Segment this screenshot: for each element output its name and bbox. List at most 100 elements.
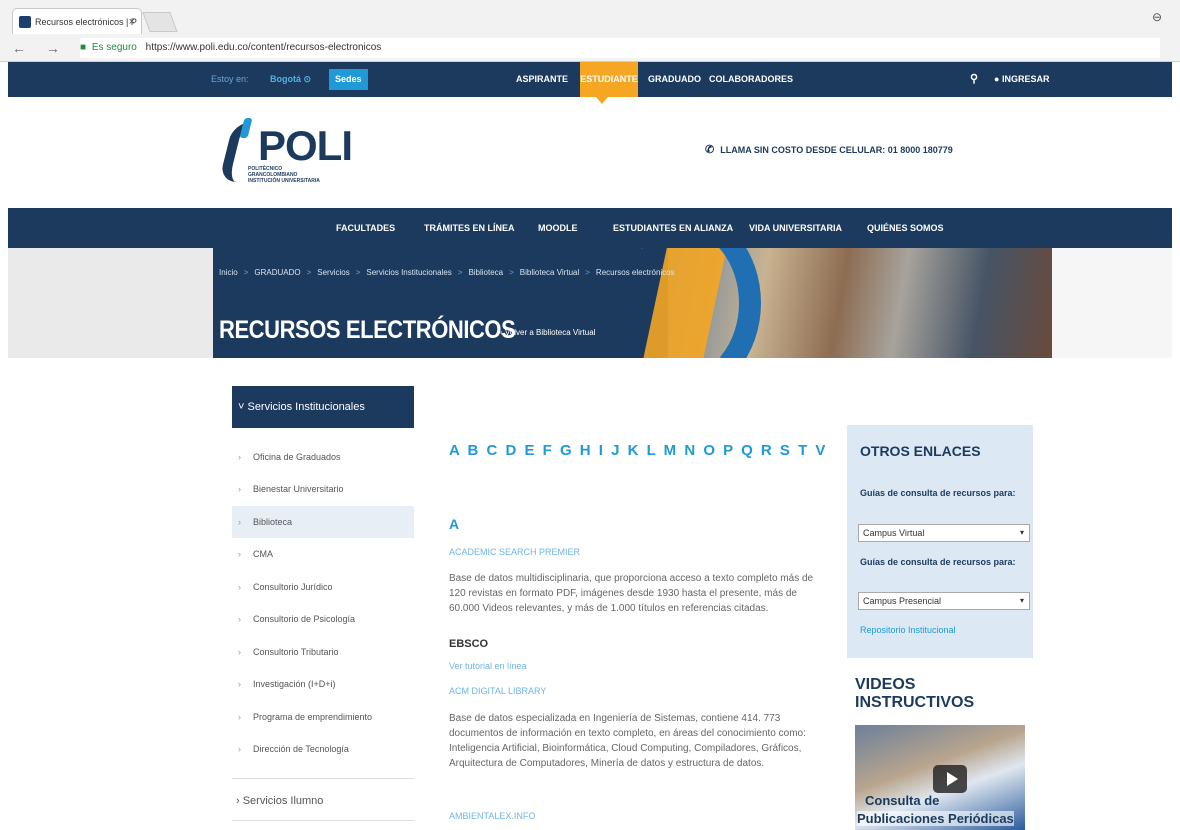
tab-aspirante[interactable]: ASPIRANTE xyxy=(516,62,568,97)
breadcrumb-inicio[interactable]: Inicio xyxy=(219,268,238,277)
sidebar-item-label: Bienestar Universitario xyxy=(253,484,344,494)
sidebar-item-servicios-ilumno[interactable]: › Servicios Ilumno xyxy=(232,788,414,814)
sidebar-item-label: Consultorio de Psicología xyxy=(253,614,356,624)
nav-quienes-somos[interactable]: QUIÉNES SOMOS xyxy=(867,208,944,248)
breadcrumb-separator: > xyxy=(585,268,590,277)
sidebar-item-consultorio-tributario[interactable]: › Consultorio Tributario xyxy=(232,636,414,668)
chevron-right-icon: › xyxy=(238,744,241,754)
chevron-right-icon: › xyxy=(238,517,241,527)
resource-link-academic-search[interactable]: ACADEMIC SEARCH PREMIER xyxy=(449,547,580,557)
sedes-button[interactable]: Sedes xyxy=(329,69,368,90)
video-caption: Consulta de xyxy=(865,793,940,808)
breadcrumb: Inicio > GRADUADO > Servicios > Servicios Inst… xyxy=(219,268,675,277)
search-icon[interactable]: ⚲ xyxy=(970,62,978,97)
banner-side-right xyxy=(1052,248,1172,358)
breadcrumb-biblioteca-virtual[interactable]: Biblioteca Virtual xyxy=(520,268,579,277)
sidebar-divider xyxy=(232,778,414,779)
campus-presencial-select[interactable]: Campus Presencial ▾ xyxy=(858,592,1030,610)
video-thumbnail[interactable]: Consulta de Publicaciones Periódicas xyxy=(855,725,1025,830)
sidebar-item-label: CMA xyxy=(253,549,273,559)
sidebar-item-tecnologia[interactable]: › Dirección de Tecnología xyxy=(232,733,414,765)
city-selector[interactable]: Bogotá ⊙ xyxy=(270,62,311,97)
sidebar-item-label: Investigación (I+D+i) xyxy=(253,679,336,689)
sidebar-header[interactable]: ˅ Servicios Institucionales xyxy=(232,386,414,428)
chevron-right-icon: › xyxy=(238,549,241,559)
nav-moodle[interactable]: MOODLE xyxy=(538,208,578,248)
sidebar-item-emprendimiento[interactable]: › Programa de emprendimiento xyxy=(232,701,414,733)
sidebar-item-consultorio-juridico[interactable]: › Consultorio Jurídico xyxy=(232,571,414,603)
breadcrumb-servicios[interactable]: Servicios xyxy=(317,268,349,277)
dropdown-arrow-icon: ▾ xyxy=(1019,596,1024,605)
breadcrumb-separator: > xyxy=(355,268,361,277)
nav-tramites[interactable]: TRÁMITES EN LÍNEA xyxy=(424,208,515,248)
tab-colaboradores[interactable]: COLABORADORES xyxy=(709,62,793,97)
breadcrumb-graduado[interactable]: GRADUADO xyxy=(254,268,300,277)
location-label: Estoy en: xyxy=(211,74,249,84)
chevron-right-icon: › xyxy=(238,712,241,722)
address-url[interactable]: https://www.poli.edu.co/content/recursos… xyxy=(146,42,382,53)
main-nav: FACULTADES TRÁMITES EN LÍNEA MOODLE ESTU… xyxy=(8,208,1172,248)
campus-virtual-select[interactable]: Campus Virtual ▾ xyxy=(858,524,1030,542)
chevron-right-icon: › xyxy=(238,647,241,657)
close-tab-icon[interactable]: × xyxy=(129,9,135,34)
resource-link-acm[interactable]: ACM DIGITAL LIBRARY xyxy=(449,686,546,696)
lock-icon: ■ xyxy=(80,42,87,53)
sidebar-item-consultorio-psicologia[interactable]: › Consultorio de Psicología xyxy=(232,603,414,635)
tutorial-link[interactable]: Ver tutorial en línea xyxy=(449,661,527,671)
back-to-biblioteca-link[interactable]: ‹ Volver a Biblioteca Virtual xyxy=(500,328,595,337)
sidebar-item-oficina-graduados[interactable]: › Oficina de Graduados xyxy=(232,441,414,473)
top-bar: Estoy en: Bogotá ⊙ Sedes ASPIRANTE ESTUD… xyxy=(8,62,1172,97)
favicon-icon xyxy=(19,16,31,28)
active-tab-caret xyxy=(596,97,608,104)
nav-estudiantes-alianza[interactable]: ESTUDIANTES EN ALIANZA xyxy=(613,208,733,248)
breadcrumb-servicios-institucionales[interactable]: Servicios Institucionales xyxy=(366,268,451,277)
login-link[interactable]: ● INGRESAR xyxy=(994,62,1049,97)
breadcrumb-separator: > xyxy=(509,268,514,277)
banner-blue-arc xyxy=(601,248,761,358)
nav-facultades[interactable]: FACULTADES xyxy=(336,208,395,248)
resource-description: Base de datos especializada en Ingenierí… xyxy=(449,713,806,769)
logo-subtitle: POLITÉCNICO GRANCOLOMBIANO INSTITUCIÓN U… xyxy=(248,166,320,184)
alphabet-index[interactable]: A B C D E F G H I J K L M N O P Q R S T … xyxy=(449,442,827,459)
address-bar[interactable]: ■ Es seguro https://www.poli.edu.co/cont… xyxy=(80,38,1160,58)
tab-graduado[interactable]: GRADUADO xyxy=(648,62,701,97)
phone-text: LLAMA SIN COSTO DESDE CELULAR: 01 8000 1… xyxy=(720,145,953,155)
chevron-right-icon: › xyxy=(238,679,241,689)
profile-icon[interactable]: ⊖ xyxy=(1152,10,1162,24)
nav-vida-universitaria[interactable]: VIDA UNIVERSITARIA xyxy=(749,208,842,248)
secure-label: Es seguro xyxy=(91,42,137,53)
video-caption: Publicaciones Periódicas xyxy=(857,811,1014,826)
sidebar-item-label: Consultorio Tributario xyxy=(253,647,339,657)
dropdown-arrow-icon: ▾ xyxy=(1019,528,1024,537)
resource-link-ambientalex[interactable]: AMBIENTALEX.INFO xyxy=(449,811,535,821)
guias-label: Guías de consulta de recursos para: xyxy=(860,557,1016,567)
otros-enlaces-title: OTROS ENLACES xyxy=(860,443,981,459)
sidebar-item-biblioteca[interactable]: › Biblioteca xyxy=(232,506,414,538)
browser-tab[interactable]: Recursos electrónicos | P × xyxy=(12,8,142,34)
tab-estudiante[interactable]: ESTUDIANTE xyxy=(580,62,638,97)
sidebar-item-label: Oficina de Graduados xyxy=(253,452,341,462)
play-icon xyxy=(947,772,958,786)
sidebar-item-label: Biblioteca xyxy=(253,517,293,527)
sidebar-item-cma[interactable]: › CMA xyxy=(232,538,414,570)
sidebar-divider xyxy=(232,820,414,821)
breadcrumb-separator: > xyxy=(243,268,249,277)
repositorio-link[interactable]: Repositorio Institucional xyxy=(860,625,956,635)
sidebar-item-label: Programa de emprendimiento xyxy=(253,712,373,722)
login-label: INGRESAR xyxy=(1001,74,1050,84)
breadcrumb-separator: > xyxy=(306,268,312,277)
chevron-right-icon: › xyxy=(238,452,241,462)
breadcrumb-separator: > xyxy=(457,268,463,277)
logo[interactable]: POLI xyxy=(258,124,353,168)
resource-provider: EBSCO xyxy=(449,638,489,650)
page-title: RECURSOS ELECTRÓNICOS xyxy=(219,316,516,344)
breadcrumb-biblioteca[interactable]: Biblioteca xyxy=(468,268,503,277)
guias-label: Guías de consulta de recursos para: xyxy=(860,488,1016,498)
sidebar-item-investigacion[interactable]: › Investigación (I+D+i) xyxy=(232,668,414,700)
select-value: Campus Presencial xyxy=(863,596,942,606)
sidebar-item-bienestar[interactable]: › Bienestar Universitario xyxy=(232,473,414,505)
sidebar-item-label: Dirección de Tecnología xyxy=(253,744,349,754)
user-icon: ● xyxy=(994,74,1002,84)
videos-title: VIDEOS INSTRUCTIVOS xyxy=(855,676,975,711)
chevron-right-icon: › xyxy=(238,614,241,624)
